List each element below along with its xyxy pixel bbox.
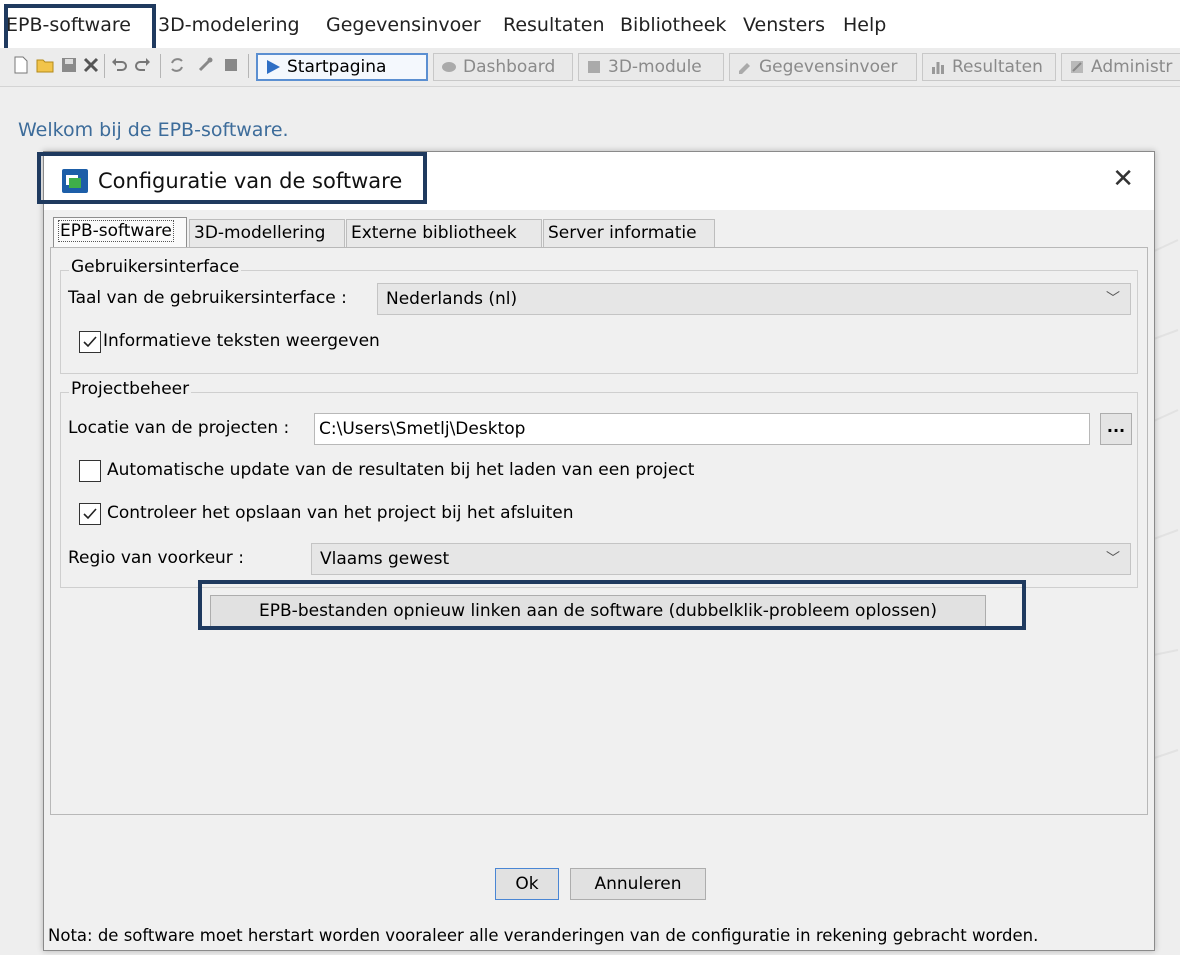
info-texts-label[interactable]: Informatieve teksten weergeven xyxy=(103,331,380,351)
toolbar-dashboard-button[interactable]: Dashboard xyxy=(433,53,573,81)
new-file-icon[interactable] xyxy=(12,56,30,74)
tab-3d-modellering-label: 3D-modellering xyxy=(194,223,326,243)
group-gebruikersinterface: Gebruikersinterface Taal van de gebruike… xyxy=(60,257,1138,374)
menu-gegevensinvoer[interactable]: Gegevensinvoer xyxy=(326,14,481,36)
region-select-value: Vlaams gewest xyxy=(320,549,450,569)
chevron-down-icon: ﹀ xyxy=(1106,291,1120,307)
check-save-label[interactable]: Controleer het opslaan van het project b… xyxy=(107,503,574,523)
info-texts-checkbox[interactable] xyxy=(79,331,101,353)
redo-icon[interactable] xyxy=(134,56,152,74)
toolbar-gegevensinvoer-button[interactable]: Gegevensinvoer xyxy=(729,53,917,81)
restart-note: Nota: de software moet herstart worden v… xyxy=(48,926,1039,945)
menu-bibliotheek[interactable]: Bibliotheek xyxy=(620,14,726,36)
menu-3d-modelering[interactable]: 3D-modelering xyxy=(158,14,300,36)
menu-epb-software[interactable]: EPB-software xyxy=(6,14,131,36)
toolbar-3d-module-button[interactable]: 3D-module xyxy=(578,53,724,81)
region-select[interactable]: Vlaams gewest ﹀ xyxy=(311,543,1131,575)
toolbar-resultaten-label: Resultaten xyxy=(952,57,1043,77)
configuration-dialog: Configuratie van de software ✕ EPB-softw… xyxy=(43,151,1155,951)
dialog-titlebar[interactable]: Configuratie van de software ✕ xyxy=(44,152,1154,210)
ok-button[interactable]: Ok xyxy=(495,868,559,900)
toolbar-separator xyxy=(248,54,249,78)
tab-server-informatie[interactable]: Server informatie xyxy=(543,219,715,247)
app-logo-icon xyxy=(62,169,88,193)
toolbar-resultaten-button[interactable]: Resultaten xyxy=(922,53,1056,81)
refresh-icon[interactable] xyxy=(168,56,186,74)
toolbar-startpagina-label: Startpagina xyxy=(287,57,387,77)
checkmark-icon xyxy=(83,336,97,348)
browse-button[interactable]: ... xyxy=(1100,413,1132,445)
close-project-icon[interactable] xyxy=(82,56,100,74)
toolbar-startpagina-button[interactable]: Startpagina xyxy=(256,53,428,81)
auto-update-checkbox[interactable] xyxy=(79,460,101,482)
toolbar-separator xyxy=(104,54,105,78)
toolbar-dashboard-label: Dashboard xyxy=(463,57,556,77)
tab-epb-software[interactable]: EPB-software xyxy=(53,217,187,247)
play-icon xyxy=(267,60,280,74)
undo-icon[interactable] xyxy=(110,56,128,74)
welcome-text: Welkom bij de EPB-software. xyxy=(18,119,289,141)
save-icon[interactable] xyxy=(60,56,78,74)
group-projectbeheer: Projectbeheer Locatie van de projecten :… xyxy=(60,379,1138,588)
menu-vensters[interactable]: Vensters xyxy=(743,14,825,36)
auto-update-label[interactable]: Automatische update van de resultaten bi… xyxy=(107,460,694,480)
link-icon[interactable] xyxy=(196,56,214,74)
check-save-checkbox[interactable] xyxy=(79,503,101,525)
tab-epb-software-label: EPB-software xyxy=(58,220,174,242)
tab-panel: Gebruikersinterface Taal van de gebruike… xyxy=(50,247,1148,815)
eye-icon xyxy=(442,62,456,72)
open-folder-icon[interactable] xyxy=(36,56,54,74)
region-label: Regio van voorkeur : xyxy=(68,548,244,568)
language-select-value: Nederlands (nl) xyxy=(386,289,518,309)
toolbar: Startpagina Dashboard 3D-module Gegevens… xyxy=(0,48,1180,87)
tab-server-informatie-label: Server informatie xyxy=(548,223,697,243)
location-label: Locatie van de projecten : xyxy=(68,418,290,438)
toolbar-administr-button[interactable]: Administr xyxy=(1061,53,1180,81)
toolbar-gegevensinvoer-label: Gegevensinvoer xyxy=(759,57,898,77)
tab-externe-bibliotheek[interactable]: Externe bibliotheek xyxy=(346,219,542,247)
language-select[interactable]: Nederlands (nl) ﹀ xyxy=(377,283,1131,315)
dialog-title: Configuratie van de software xyxy=(98,169,403,193)
stop-icon[interactable] xyxy=(222,56,240,74)
language-label: Taal van de gebruikersinterface : xyxy=(68,288,347,308)
toolbar-3d-module-label: 3D-module xyxy=(608,57,702,77)
cancel-button[interactable]: Annuleren xyxy=(570,868,706,900)
group-gebruikersinterface-legend: Gebruikersinterface xyxy=(69,257,242,277)
bar-chart-icon xyxy=(932,62,944,74)
pencil-icon xyxy=(739,63,750,74)
menu-bar: EPB-software 3D-modelering Gegevensinvoe… xyxy=(0,0,1180,44)
tab-externe-bibliotheek-label: Externe bibliotheek xyxy=(351,223,517,243)
project-location-field[interactable]: C:\Users\Smetlj\Desktop xyxy=(314,413,1090,445)
tab-3d-modellering[interactable]: 3D-modellering xyxy=(189,219,345,247)
checkmark-icon xyxy=(83,508,97,520)
group-projectbeheer-legend: Projectbeheer xyxy=(69,379,192,399)
chevron-down-icon: ﹀ xyxy=(1106,551,1120,567)
relink-files-button[interactable]: EPB-bestanden opnieuw linken aan de soft… xyxy=(210,595,986,627)
toolbar-separator xyxy=(160,54,161,78)
menu-help[interactable]: Help xyxy=(843,14,886,36)
menu-resultaten[interactable]: Resultaten xyxy=(503,14,605,36)
close-icon[interactable]: ✕ xyxy=(1112,166,1134,192)
cube-icon xyxy=(588,61,600,73)
admin-icon xyxy=(1071,61,1083,73)
toolbar-administr-label: Administr xyxy=(1091,57,1173,77)
